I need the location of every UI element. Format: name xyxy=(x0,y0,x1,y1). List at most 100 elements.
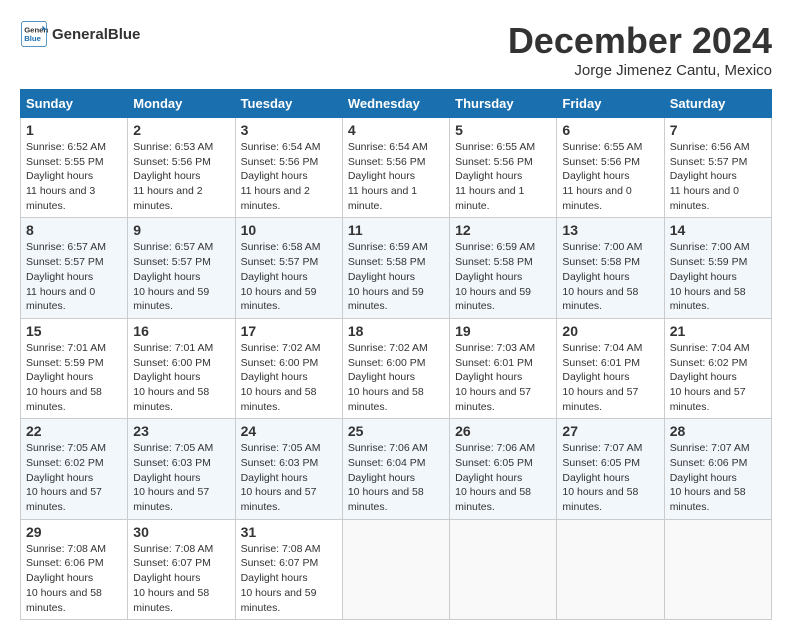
day-info: Sunrise: 7:05 AM Sunset: 6:02 PM Dayligh… xyxy=(26,441,122,514)
day-of-week-header: Monday xyxy=(128,90,235,118)
day-number: 21 xyxy=(670,323,766,339)
calendar-header-row: SundayMondayTuesdayWednesdayThursdayFrid… xyxy=(21,90,772,118)
day-number: 31 xyxy=(241,524,337,540)
calendar-day-cell: 23 Sunrise: 7:05 AM Sunset: 6:03 PM Dayl… xyxy=(128,419,235,519)
day-number: 10 xyxy=(241,222,337,238)
day-number: 19 xyxy=(455,323,551,339)
day-number: 2 xyxy=(133,122,229,138)
day-info: Sunrise: 7:01 AM Sunset: 6:00 PM Dayligh… xyxy=(133,341,229,414)
day-number: 26 xyxy=(455,423,551,439)
day-number: 8 xyxy=(26,222,122,238)
calendar-week-row: 15 Sunrise: 7:01 AM Sunset: 5:59 PM Dayl… xyxy=(21,318,772,418)
day-number: 22 xyxy=(26,423,122,439)
day-info: Sunrise: 6:55 AM Sunset: 5:56 PM Dayligh… xyxy=(455,140,551,213)
calendar-day-cell: 25 Sunrise: 7:06 AM Sunset: 6:04 PM Dayl… xyxy=(342,419,449,519)
day-info: Sunrise: 6:59 AM Sunset: 5:58 PM Dayligh… xyxy=(455,240,551,313)
calendar-day-cell: 7 Sunrise: 6:56 AM Sunset: 5:57 PM Dayli… xyxy=(664,118,771,218)
day-info: Sunrise: 7:08 AM Sunset: 6:07 PM Dayligh… xyxy=(133,542,229,615)
calendar-day-cell xyxy=(664,519,771,619)
day-info: Sunrise: 6:59 AM Sunset: 5:58 PM Dayligh… xyxy=(348,240,444,313)
day-info: Sunrise: 6:54 AM Sunset: 5:56 PM Dayligh… xyxy=(241,140,337,213)
day-info: Sunrise: 7:06 AM Sunset: 6:04 PM Dayligh… xyxy=(348,441,444,514)
day-number: 9 xyxy=(133,222,229,238)
day-number: 24 xyxy=(241,423,337,439)
day-number: 7 xyxy=(670,122,766,138)
calendar-day-cell: 4 Sunrise: 6:54 AM Sunset: 5:56 PM Dayli… xyxy=(342,118,449,218)
title-area: December 2024 Jorge Jimenez Cantu, Mexic… xyxy=(508,20,772,79)
calendar-subtitle: Jorge Jimenez Cantu, Mexico xyxy=(508,62,772,79)
day-info: Sunrise: 7:05 AM Sunset: 6:03 PM Dayligh… xyxy=(241,441,337,514)
day-info: Sunrise: 7:04 AM Sunset: 6:01 PM Dayligh… xyxy=(562,341,658,414)
svg-text:General: General xyxy=(24,26,48,35)
day-number: 6 xyxy=(562,122,658,138)
day-number: 16 xyxy=(133,323,229,339)
day-number: 15 xyxy=(26,323,122,339)
day-info: Sunrise: 7:08 AM Sunset: 6:06 PM Dayligh… xyxy=(26,542,122,615)
calendar-day-cell: 22 Sunrise: 7:05 AM Sunset: 6:02 PM Dayl… xyxy=(21,419,128,519)
day-info: Sunrise: 7:00 AM Sunset: 5:58 PM Dayligh… xyxy=(562,240,658,313)
day-info: Sunrise: 6:56 AM Sunset: 5:57 PM Dayligh… xyxy=(670,140,766,213)
day-info: Sunrise: 7:00 AM Sunset: 5:59 PM Dayligh… xyxy=(670,240,766,313)
day-number: 23 xyxy=(133,423,229,439)
calendar-day-cell: 18 Sunrise: 7:02 AM Sunset: 6:00 PM Dayl… xyxy=(342,318,449,418)
svg-text:Blue: Blue xyxy=(24,34,41,43)
day-number: 29 xyxy=(26,524,122,540)
page-header: General Blue GeneralBlue December 2024 J… xyxy=(20,20,772,79)
calendar-day-cell: 17 Sunrise: 7:02 AM Sunset: 6:00 PM Dayl… xyxy=(235,318,342,418)
calendar-day-cell: 11 Sunrise: 6:59 AM Sunset: 5:58 PM Dayl… xyxy=(342,218,449,318)
day-info: Sunrise: 7:01 AM Sunset: 5:59 PM Dayligh… xyxy=(26,341,122,414)
logo: General Blue GeneralBlue xyxy=(20,20,140,48)
calendar-day-cell: 1 Sunrise: 6:52 AM Sunset: 5:55 PM Dayli… xyxy=(21,118,128,218)
calendar-day-cell: 26 Sunrise: 7:06 AM Sunset: 6:05 PM Dayl… xyxy=(450,419,557,519)
day-number: 12 xyxy=(455,222,551,238)
day-number: 30 xyxy=(133,524,229,540)
calendar-day-cell xyxy=(557,519,664,619)
day-number: 28 xyxy=(670,423,766,439)
calendar-day-cell: 6 Sunrise: 6:55 AM Sunset: 5:56 PM Dayli… xyxy=(557,118,664,218)
calendar-day-cell: 21 Sunrise: 7:04 AM Sunset: 6:02 PM Dayl… xyxy=(664,318,771,418)
calendar-table: SundayMondayTuesdayWednesdayThursdayFrid… xyxy=(20,89,772,620)
day-number: 5 xyxy=(455,122,551,138)
day-of-week-header: Wednesday xyxy=(342,90,449,118)
day-number: 17 xyxy=(241,323,337,339)
calendar-day-cell: 31 Sunrise: 7:08 AM Sunset: 6:07 PM Dayl… xyxy=(235,519,342,619)
calendar-day-cell: 16 Sunrise: 7:01 AM Sunset: 6:00 PM Dayl… xyxy=(128,318,235,418)
day-of-week-header: Friday xyxy=(557,90,664,118)
calendar-day-cell: 28 Sunrise: 7:07 AM Sunset: 6:06 PM Dayl… xyxy=(664,419,771,519)
day-info: Sunrise: 6:55 AM Sunset: 5:56 PM Dayligh… xyxy=(562,140,658,213)
day-info: Sunrise: 6:53 AM Sunset: 5:56 PM Dayligh… xyxy=(133,140,229,213)
day-number: 25 xyxy=(348,423,444,439)
calendar-day-cell: 29 Sunrise: 7:08 AM Sunset: 6:06 PM Dayl… xyxy=(21,519,128,619)
day-number: 1 xyxy=(26,122,122,138)
logo-text: GeneralBlue xyxy=(52,26,140,43)
day-info: Sunrise: 6:54 AM Sunset: 5:56 PM Dayligh… xyxy=(348,140,444,213)
day-info: Sunrise: 6:58 AM Sunset: 5:57 PM Dayligh… xyxy=(241,240,337,313)
day-info: Sunrise: 6:57 AM Sunset: 5:57 PM Dayligh… xyxy=(133,240,229,313)
calendar-day-cell: 27 Sunrise: 7:07 AM Sunset: 6:05 PM Dayl… xyxy=(557,419,664,519)
logo-icon: General Blue xyxy=(20,20,48,48)
calendar-day-cell xyxy=(342,519,449,619)
day-info: Sunrise: 6:57 AM Sunset: 5:57 PM Dayligh… xyxy=(26,240,122,313)
calendar-day-cell: 15 Sunrise: 7:01 AM Sunset: 5:59 PM Dayl… xyxy=(21,318,128,418)
calendar-day-cell xyxy=(450,519,557,619)
day-info: Sunrise: 7:04 AM Sunset: 6:02 PM Dayligh… xyxy=(670,341,766,414)
calendar-day-cell: 14 Sunrise: 7:00 AM Sunset: 5:59 PM Dayl… xyxy=(664,218,771,318)
day-number: 4 xyxy=(348,122,444,138)
calendar-day-cell: 10 Sunrise: 6:58 AM Sunset: 5:57 PM Dayl… xyxy=(235,218,342,318)
day-info: Sunrise: 7:08 AM Sunset: 6:07 PM Dayligh… xyxy=(241,542,337,615)
day-info: Sunrise: 7:05 AM Sunset: 6:03 PM Dayligh… xyxy=(133,441,229,514)
day-info: Sunrise: 7:02 AM Sunset: 6:00 PM Dayligh… xyxy=(241,341,337,414)
calendar-day-cell: 30 Sunrise: 7:08 AM Sunset: 6:07 PM Dayl… xyxy=(128,519,235,619)
day-number: 18 xyxy=(348,323,444,339)
calendar-week-row: 8 Sunrise: 6:57 AM Sunset: 5:57 PM Dayli… xyxy=(21,218,772,318)
day-info: Sunrise: 7:07 AM Sunset: 6:06 PM Dayligh… xyxy=(670,441,766,514)
calendar-day-cell: 20 Sunrise: 7:04 AM Sunset: 6:01 PM Dayl… xyxy=(557,318,664,418)
day-info: Sunrise: 6:52 AM Sunset: 5:55 PM Dayligh… xyxy=(26,140,122,213)
calendar-day-cell: 24 Sunrise: 7:05 AM Sunset: 6:03 PM Dayl… xyxy=(235,419,342,519)
calendar-week-row: 22 Sunrise: 7:05 AM Sunset: 6:02 PM Dayl… xyxy=(21,419,772,519)
day-number: 27 xyxy=(562,423,658,439)
calendar-title: December 2024 xyxy=(508,20,772,62)
day-info: Sunrise: 7:03 AM Sunset: 6:01 PM Dayligh… xyxy=(455,341,551,414)
day-number: 3 xyxy=(241,122,337,138)
day-of-week-header: Sunday xyxy=(21,90,128,118)
